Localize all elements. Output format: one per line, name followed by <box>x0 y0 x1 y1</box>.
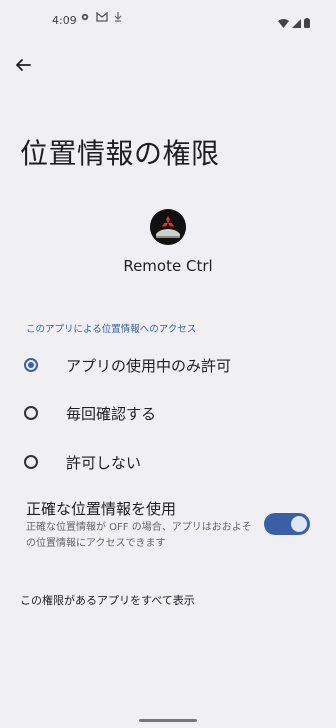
switch-thumb <box>291 516 307 532</box>
status-bar: 4:09 <box>0 0 336 42</box>
battery-icon <box>304 13 310 32</box>
download-icon <box>114 12 122 27</box>
precise-location-title: 正確な位置情報を使用 <box>26 500 177 518</box>
radio-label: 許可しない <box>66 453 142 472</box>
radio-label: アプリの使用中のみ許可 <box>66 356 232 375</box>
radio-button-selected[interactable] <box>24 358 38 372</box>
precise-location-description: 正確な位置情報が OFF の場合、アプリはおおよその位置情報にアクセスできます <box>26 522 252 549</box>
section-header: このアプリによる位置情報へのアクセス <box>26 324 197 335</box>
radio-button[interactable] <box>24 455 38 469</box>
radio-label: 毎回確認する <box>66 404 157 423</box>
gear-icon <box>80 12 90 27</box>
radio-option-deny[interactable]: 許可しない <box>0 442 336 482</box>
radio-option-ask-every-time[interactable]: 毎回確認する <box>0 393 336 433</box>
app-name: Remote Ctrl <box>123 257 213 275</box>
precise-location-switch[interactable] <box>264 513 310 535</box>
mitsubishi-logo-icon <box>150 209 186 245</box>
status-right-icons <box>278 13 310 32</box>
home-indicator[interactable] <box>139 719 197 722</box>
status-left-icons <box>80 11 122 27</box>
arrow-left-icon <box>15 57 31 77</box>
page-title: 位置情報の権限 <box>20 137 220 170</box>
wifi-icon <box>278 13 289 32</box>
app-notification-icon <box>96 11 108 27</box>
see-all-apps-link[interactable]: この権限があるアプリをすべて表示 <box>20 592 195 608</box>
radio-option-while-using[interactable]: アプリの使用中のみ許可 <box>0 345 336 385</box>
precise-location-row[interactable]: 正確な位置情報を使用 正確な位置情報が OFF の場合、アプリはおおよその位置情… <box>0 496 336 556</box>
status-time: 4:09 <box>52 14 77 27</box>
signal-icon <box>292 13 301 32</box>
back-button[interactable] <box>10 54 36 80</box>
radio-button[interactable] <box>24 406 38 420</box>
